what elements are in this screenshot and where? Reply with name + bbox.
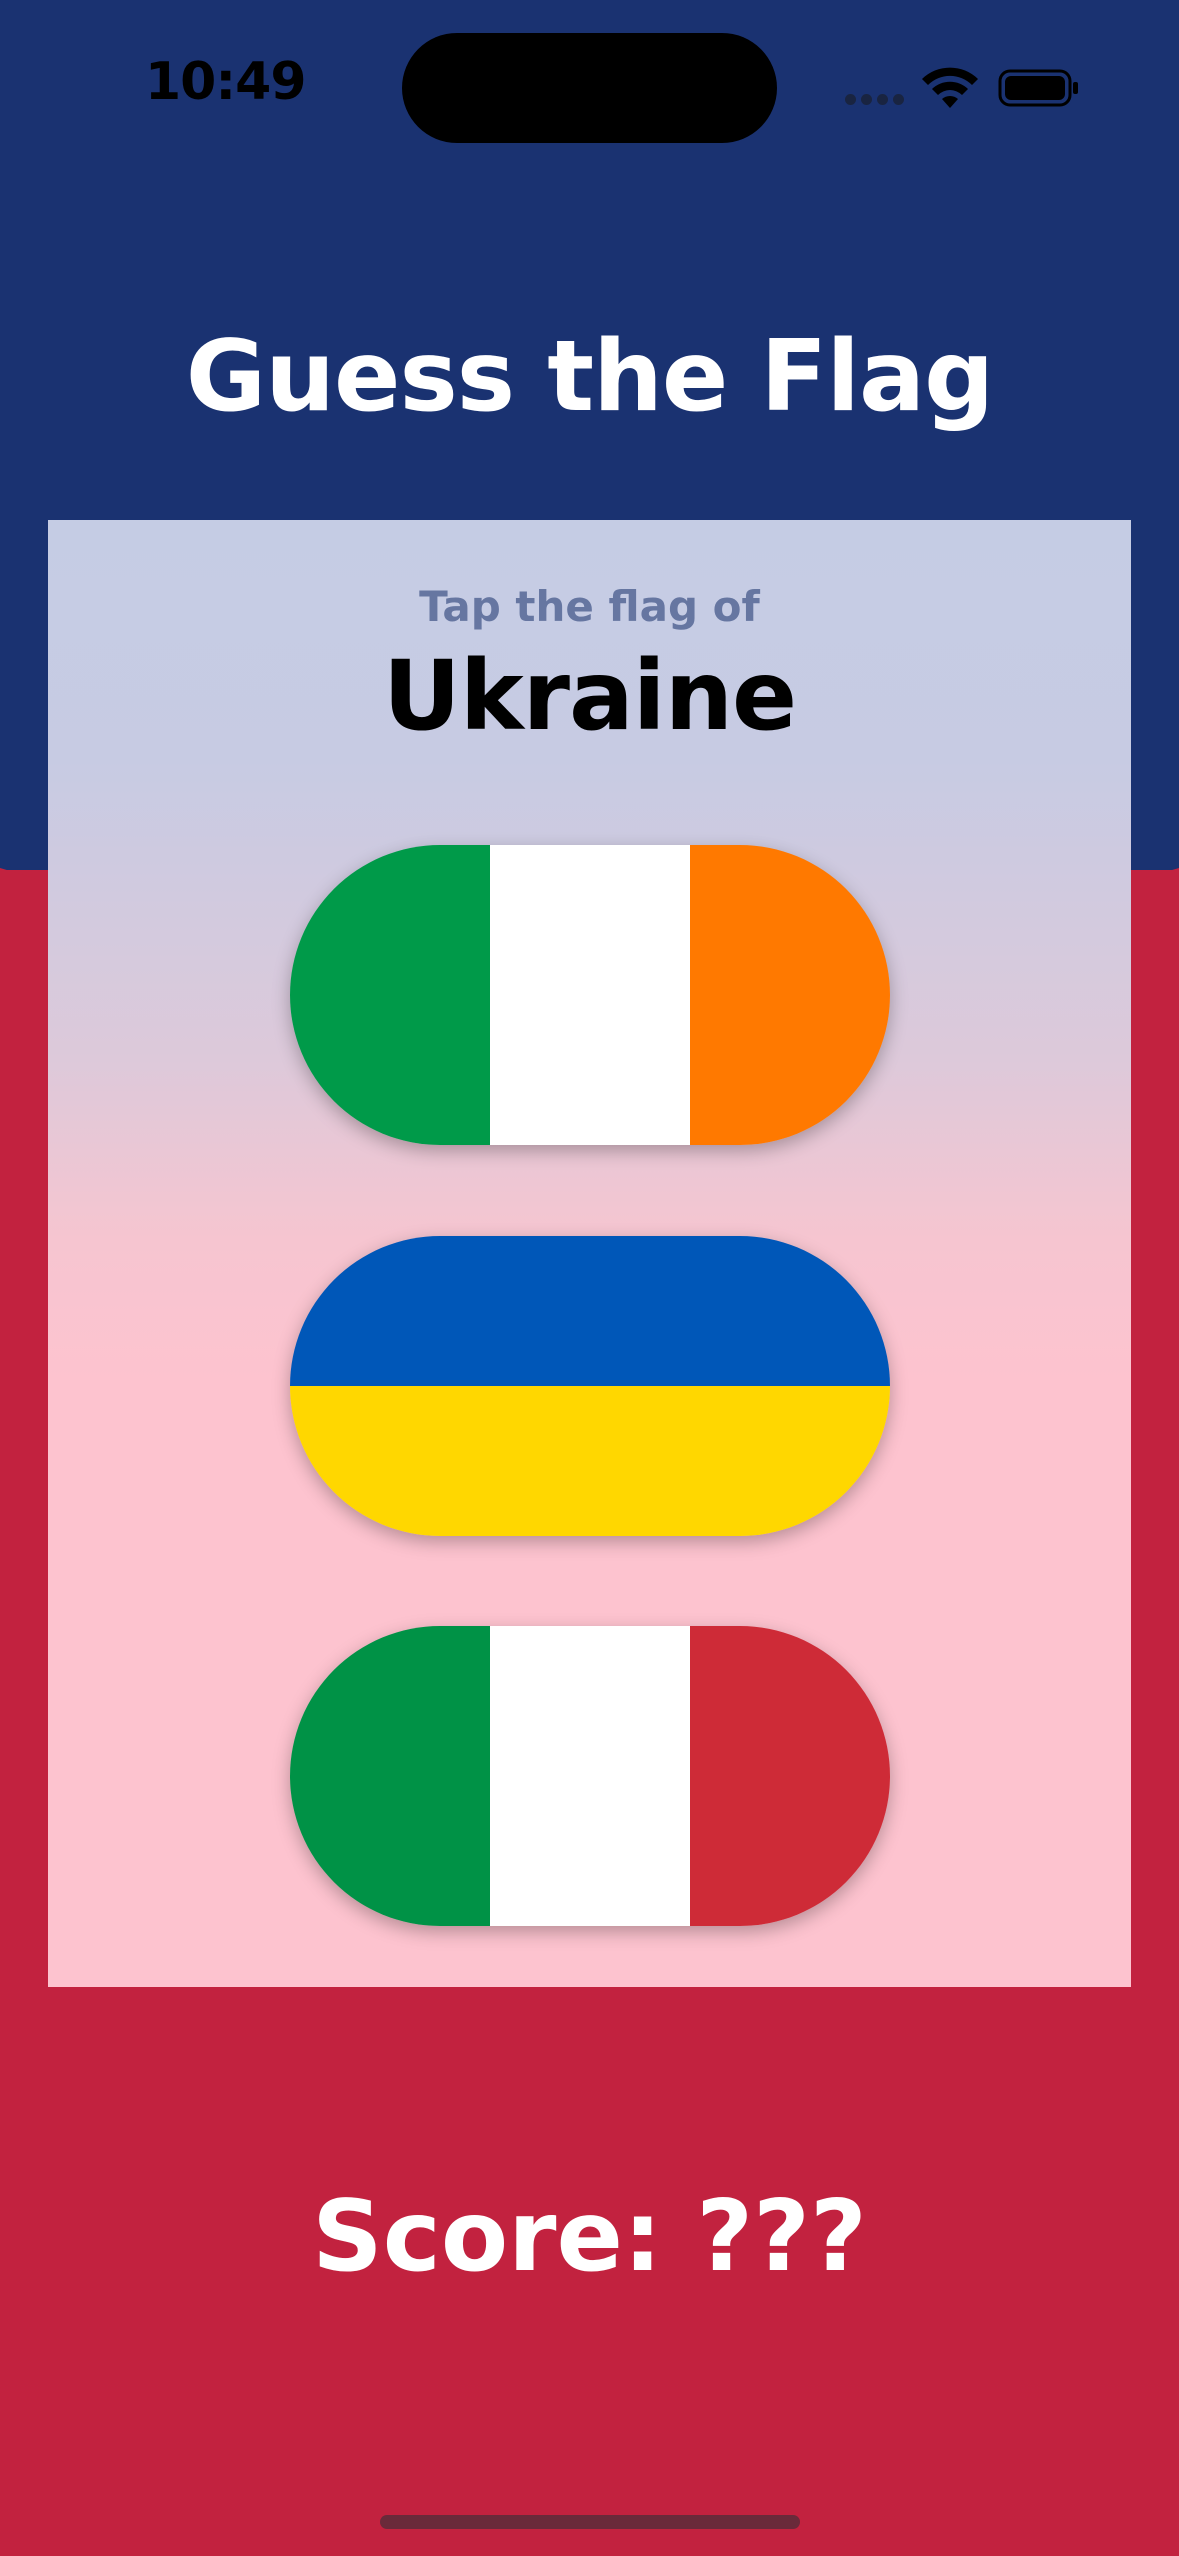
- country-name: Ukraine: [382, 640, 797, 752]
- flag-button-ireland[interactable]: [290, 845, 890, 1145]
- flag-stripe: [690, 1626, 890, 1926]
- status-time: 10:49: [145, 52, 307, 112]
- flag-stripe: [290, 1386, 890, 1536]
- status-bar: 10:49: [0, 0, 1179, 150]
- flag-stripe: [290, 1626, 490, 1926]
- question-card: Tap the flag of Ukraine: [48, 520, 1131, 1987]
- flag-stripe: [290, 1236, 890, 1386]
- flag-stripe: [290, 845, 490, 1145]
- wifi-icon: [922, 67, 978, 108]
- flag-button-ukraine[interactable]: [290, 1236, 890, 1536]
- flag-button-italy[interactable]: [290, 1626, 890, 1926]
- flag-stripe: [690, 845, 890, 1145]
- home-indicator[interactable]: [380, 2515, 800, 2529]
- question-prompt: Tap the flag of: [419, 582, 760, 631]
- flag-stripe: [490, 845, 690, 1145]
- page-title: Guess the Flag: [185, 320, 994, 434]
- signal-dots-icon: [845, 94, 904, 105]
- dynamic-island: [402, 33, 777, 143]
- score-label: Score: ???: [312, 2180, 867, 2294]
- flag-stripe: [490, 1626, 690, 1926]
- battery-icon: [998, 69, 1078, 107]
